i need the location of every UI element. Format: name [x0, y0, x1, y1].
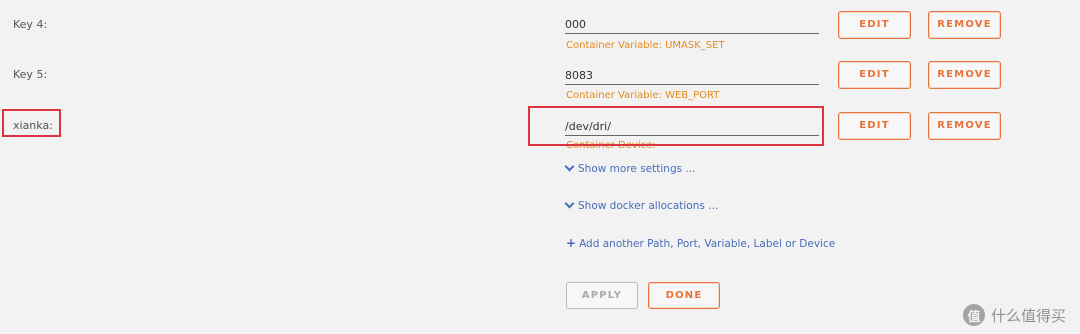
xianka-remove-button[interactable]: REMOVE — [928, 112, 1001, 140]
apply-button[interactable]: APPLY — [566, 282, 638, 309]
show-docker-allocations-link[interactable]: Show docker allocations ... — [564, 198, 719, 212]
key-4-value-input[interactable]: 000 — [565, 16, 819, 34]
key-4-label: Key 4: — [13, 18, 48, 31]
done-button[interactable]: DONE — [648, 282, 720, 309]
add-another-label: Add another Path, Port, Variable, Label … — [579, 238, 836, 250]
key-5-remove-button[interactable]: REMOVE — [928, 61, 1001, 89]
key-5-edit-button[interactable]: EDIT — [838, 61, 911, 89]
xianka-hint: Container Device: — [566, 140, 656, 151]
chevron-down-icon — [564, 161, 575, 172]
show-docker-allocations-label: Show docker allocations ... — [578, 200, 719, 212]
show-more-settings-link[interactable]: Show more settings ... — [564, 161, 696, 175]
key-4-hint: Container Variable: UMASK_SET — [566, 40, 725, 51]
key-5-value-input[interactable]: 8083 — [565, 67, 819, 85]
watermark-text: 什么值得买 — [990, 306, 1066, 325]
xianka-value-input[interactable]: /dev/dri/ — [565, 118, 819, 136]
watermark: 值 什么值得买 — [962, 304, 1066, 326]
watermark-logo-icon: 值 — [962, 304, 985, 326]
chevron-down-icon — [564, 198, 575, 209]
add-another-link[interactable]: + Add another Path, Port, Variable, Label… — [566, 236, 835, 250]
key-5-label: Key 5: — [13, 68, 48, 81]
xianka-edit-button[interactable]: EDIT — [838, 112, 911, 140]
key-4-edit-button[interactable]: EDIT — [838, 11, 911, 39]
plus-icon: + — [566, 236, 577, 250]
xianka-label: xianka: — [13, 119, 53, 132]
key-4-remove-button[interactable]: REMOVE — [928, 11, 1001, 39]
show-more-settings-label: Show more settings ... — [578, 163, 696, 175]
key-5-hint: Container Variable: WEB_PORT — [566, 90, 720, 101]
